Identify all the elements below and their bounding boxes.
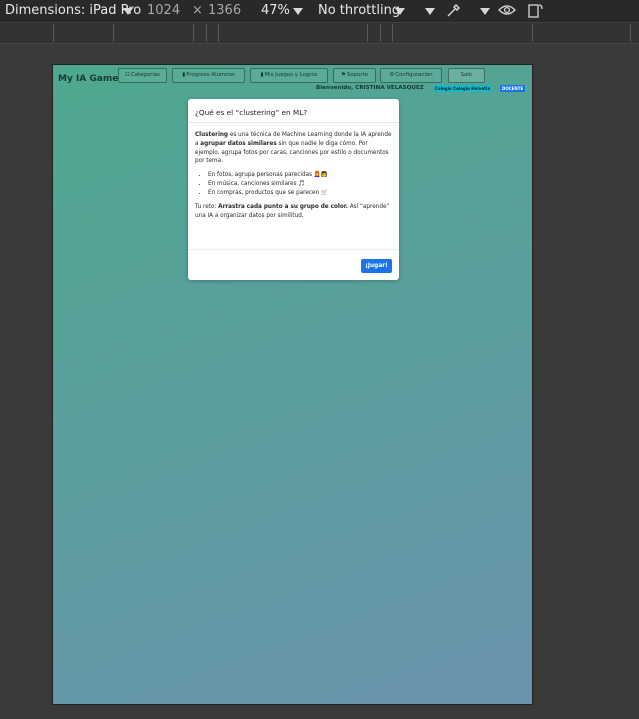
nav-label: Categorías (130, 72, 160, 78)
device-label[interactable]: Dimensions: iPad Pro (5, 3, 141, 18)
times-symbol: × (192, 3, 203, 18)
nav-categorias-button[interactable]: ☷Categorías (118, 68, 167, 83)
nav-label: Salir (460, 72, 473, 78)
divider (188, 122, 399, 123)
chevron-down-icon[interactable] (395, 8, 405, 15)
nav-label: Configuración (395, 72, 433, 78)
logout-button[interactable]: Salir (448, 68, 485, 83)
challenge-prefix: Tu reto: (195, 203, 219, 210)
chevron-down-icon[interactable] (425, 8, 435, 15)
list-item: En música, canciones similares 🎵 (208, 180, 393, 189)
device-selector[interactable]: Dimensions: iPad Pro (5, 3, 141, 18)
flag-icon: ⚑ (340, 72, 346, 78)
gear-icon: ⚙ (389, 72, 395, 78)
bar-chart-icon: ▮ (260, 72, 264, 78)
examples-list: En fotos, agrupa personas parecidas 👩‍🦰👩… (195, 171, 393, 197)
nav-juegos-button[interactable]: ▮Mis Juegos y Logros (250, 68, 328, 83)
height-input[interactable]: 1366 (208, 3, 241, 18)
divider (188, 249, 399, 250)
nav-progreso-button[interactable]: ▮Progreso Alumnos (172, 68, 245, 83)
intro-emphasis: agrupar datos similares (200, 140, 277, 147)
role-badge: DOCENTE (500, 85, 526, 92)
list-item: En fotos, agrupa personas parecidas 👩‍🦰👩 (208, 171, 393, 180)
modal-body: Clustering es una técnica de Machine Lea… (195, 131, 393, 225)
devtools-toolbar: Dimensions: iPad Pro 1024 × 1366 47% No … (0, 0, 639, 22)
list-item: En compras, productos que se parecen 🛒 (208, 189, 393, 198)
nav-label: Progreso Alumnos (186, 72, 235, 78)
zoom-selector[interactable]: 47% (261, 3, 290, 18)
chevron-down-icon[interactable] (480, 8, 490, 15)
rotate-device-icon[interactable] (526, 2, 544, 18)
challenge-paragraph: Tu reto: Arrastra cada punto a su grupo … (195, 203, 393, 221)
school-badge: Colegio Colegio Helvetia (433, 85, 493, 92)
intro-paragraph: Clustering es una técnica de Machine Lea… (195, 131, 393, 166)
modal-title: ¿Qué es el “clustering” en ML? (195, 108, 308, 117)
throttling-selector[interactable]: No throttling (318, 3, 400, 18)
width-input[interactable]: 1024 (147, 3, 180, 18)
media-query-ruler (0, 22, 639, 44)
nav-soporte-button[interactable]: ⚑Soporte (333, 68, 376, 83)
app-title[interactable]: My IA Game (58, 74, 118, 84)
chevron-down-icon[interactable] (293, 8, 303, 15)
play-button[interactable]: ¡Jugar! (361, 259, 392, 273)
bar-chart-icon: ▮ (182, 72, 186, 78)
clustering-info-modal: ¿Qué es el “clustering” en ML? Clusterin… (188, 99, 399, 280)
chevron-down-icon[interactable] (123, 8, 133, 15)
challenge-instruction: Arrastra cada punto a su grupo de color. (218, 203, 348, 210)
nav-label: Soporte (346, 72, 369, 78)
welcome-text: Bienvenido, CRISTINA VELASQUEZ (316, 85, 424, 91)
nav-configuracion-button[interactable]: ⚙Configuración (380, 68, 442, 83)
nav-label: Mis Juegos y Logros (264, 72, 318, 78)
device-viewport: My IA Game ☷Categorías ▮Progreso Alumnos… (52, 64, 533, 705)
eyedropper-icon[interactable] (445, 2, 462, 19)
clustering-term: Clustering (195, 132, 229, 138)
grid-icon: ☷ (125, 72, 130, 78)
eye-icon[interactable] (498, 3, 516, 17)
